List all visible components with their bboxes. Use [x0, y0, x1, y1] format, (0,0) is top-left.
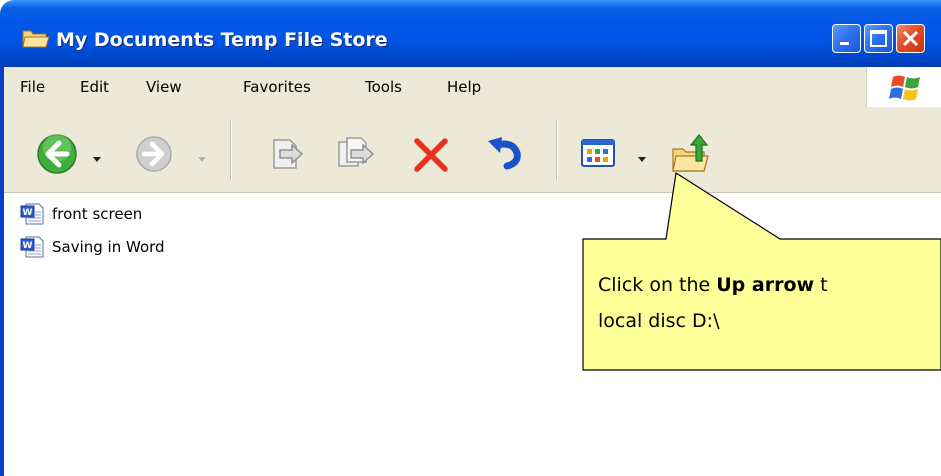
callout-text-part: t: [814, 274, 828, 296]
callout-line-2: local disc D:\: [598, 310, 720, 332]
callout-text-part: Click on the: [598, 274, 717, 296]
callout-line-1: Click on the Up arrow t: [598, 267, 828, 303]
callout-text: Click on the Up arrow t local disc D:\: [598, 267, 828, 339]
callout-bubble: [582, 172, 941, 371]
explorer-window: My Documents Temp File Store File Edit V…: [0, 0, 941, 476]
callout-emphasis: Up arrow: [716, 274, 815, 296]
